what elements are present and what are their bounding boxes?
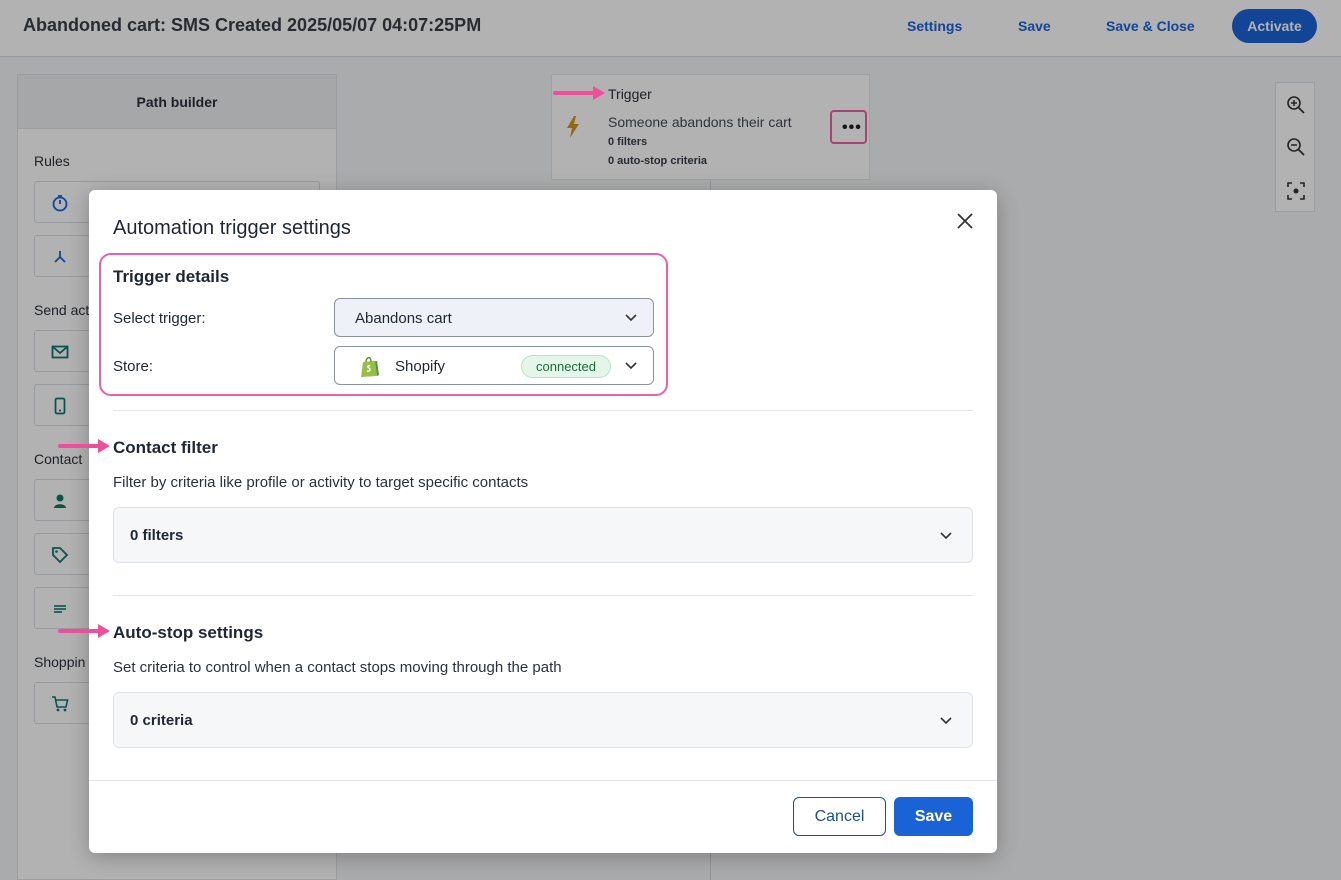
contact-filter-heading: Contact filter [113,438,218,457]
chevron-down-icon [940,717,952,725]
store-dropdown[interactable]: Shopify connected [334,346,654,385]
store-value: Shopify [395,358,446,375]
connected-status-badge: connected [521,355,611,378]
chevron-down-icon [625,362,637,370]
section-divider [113,595,973,596]
chevron-down-icon [940,532,952,540]
contact-filter-value: 0 filters [130,527,184,544]
auto-stop-description: Set criteria to control when a contact s… [113,659,562,676]
auto-stop-heading: Auto-stop settings [113,623,264,642]
auto-stop-value: 0 criteria [130,712,193,729]
close-icon[interactable] [954,210,976,232]
chevron-down-icon [625,314,637,322]
contact-filter-description: Filter by criteria like profile or activ… [113,474,529,491]
trigger-annotation-arrow [553,86,605,100]
contact-filter-accordion[interactable]: 0 filters [113,507,973,563]
auto-stop-accordion[interactable]: 0 criteria [113,692,973,748]
save-button[interactable]: Save [894,797,973,836]
select-trigger-dropdown[interactable]: Abandons cart [334,298,654,337]
select-trigger-label: Select trigger: [113,310,206,327]
store-label: Store: [113,358,154,375]
auto-stop-annotation-arrow [58,624,110,638]
section-divider [113,410,973,411]
dialog-footer-divider [89,780,997,781]
cancel-button[interactable]: Cancel [793,797,886,836]
select-trigger-value: Abandons cart [355,310,452,327]
trigger-details-heading: Trigger details [113,267,230,286]
automation-trigger-settings-dialog: Automation trigger settings Trigger deta… [89,190,997,853]
contact-filter-annotation-arrow [58,439,110,453]
shopify-bag-icon [361,356,379,377]
dialog-title: Automation trigger settings [113,217,351,239]
